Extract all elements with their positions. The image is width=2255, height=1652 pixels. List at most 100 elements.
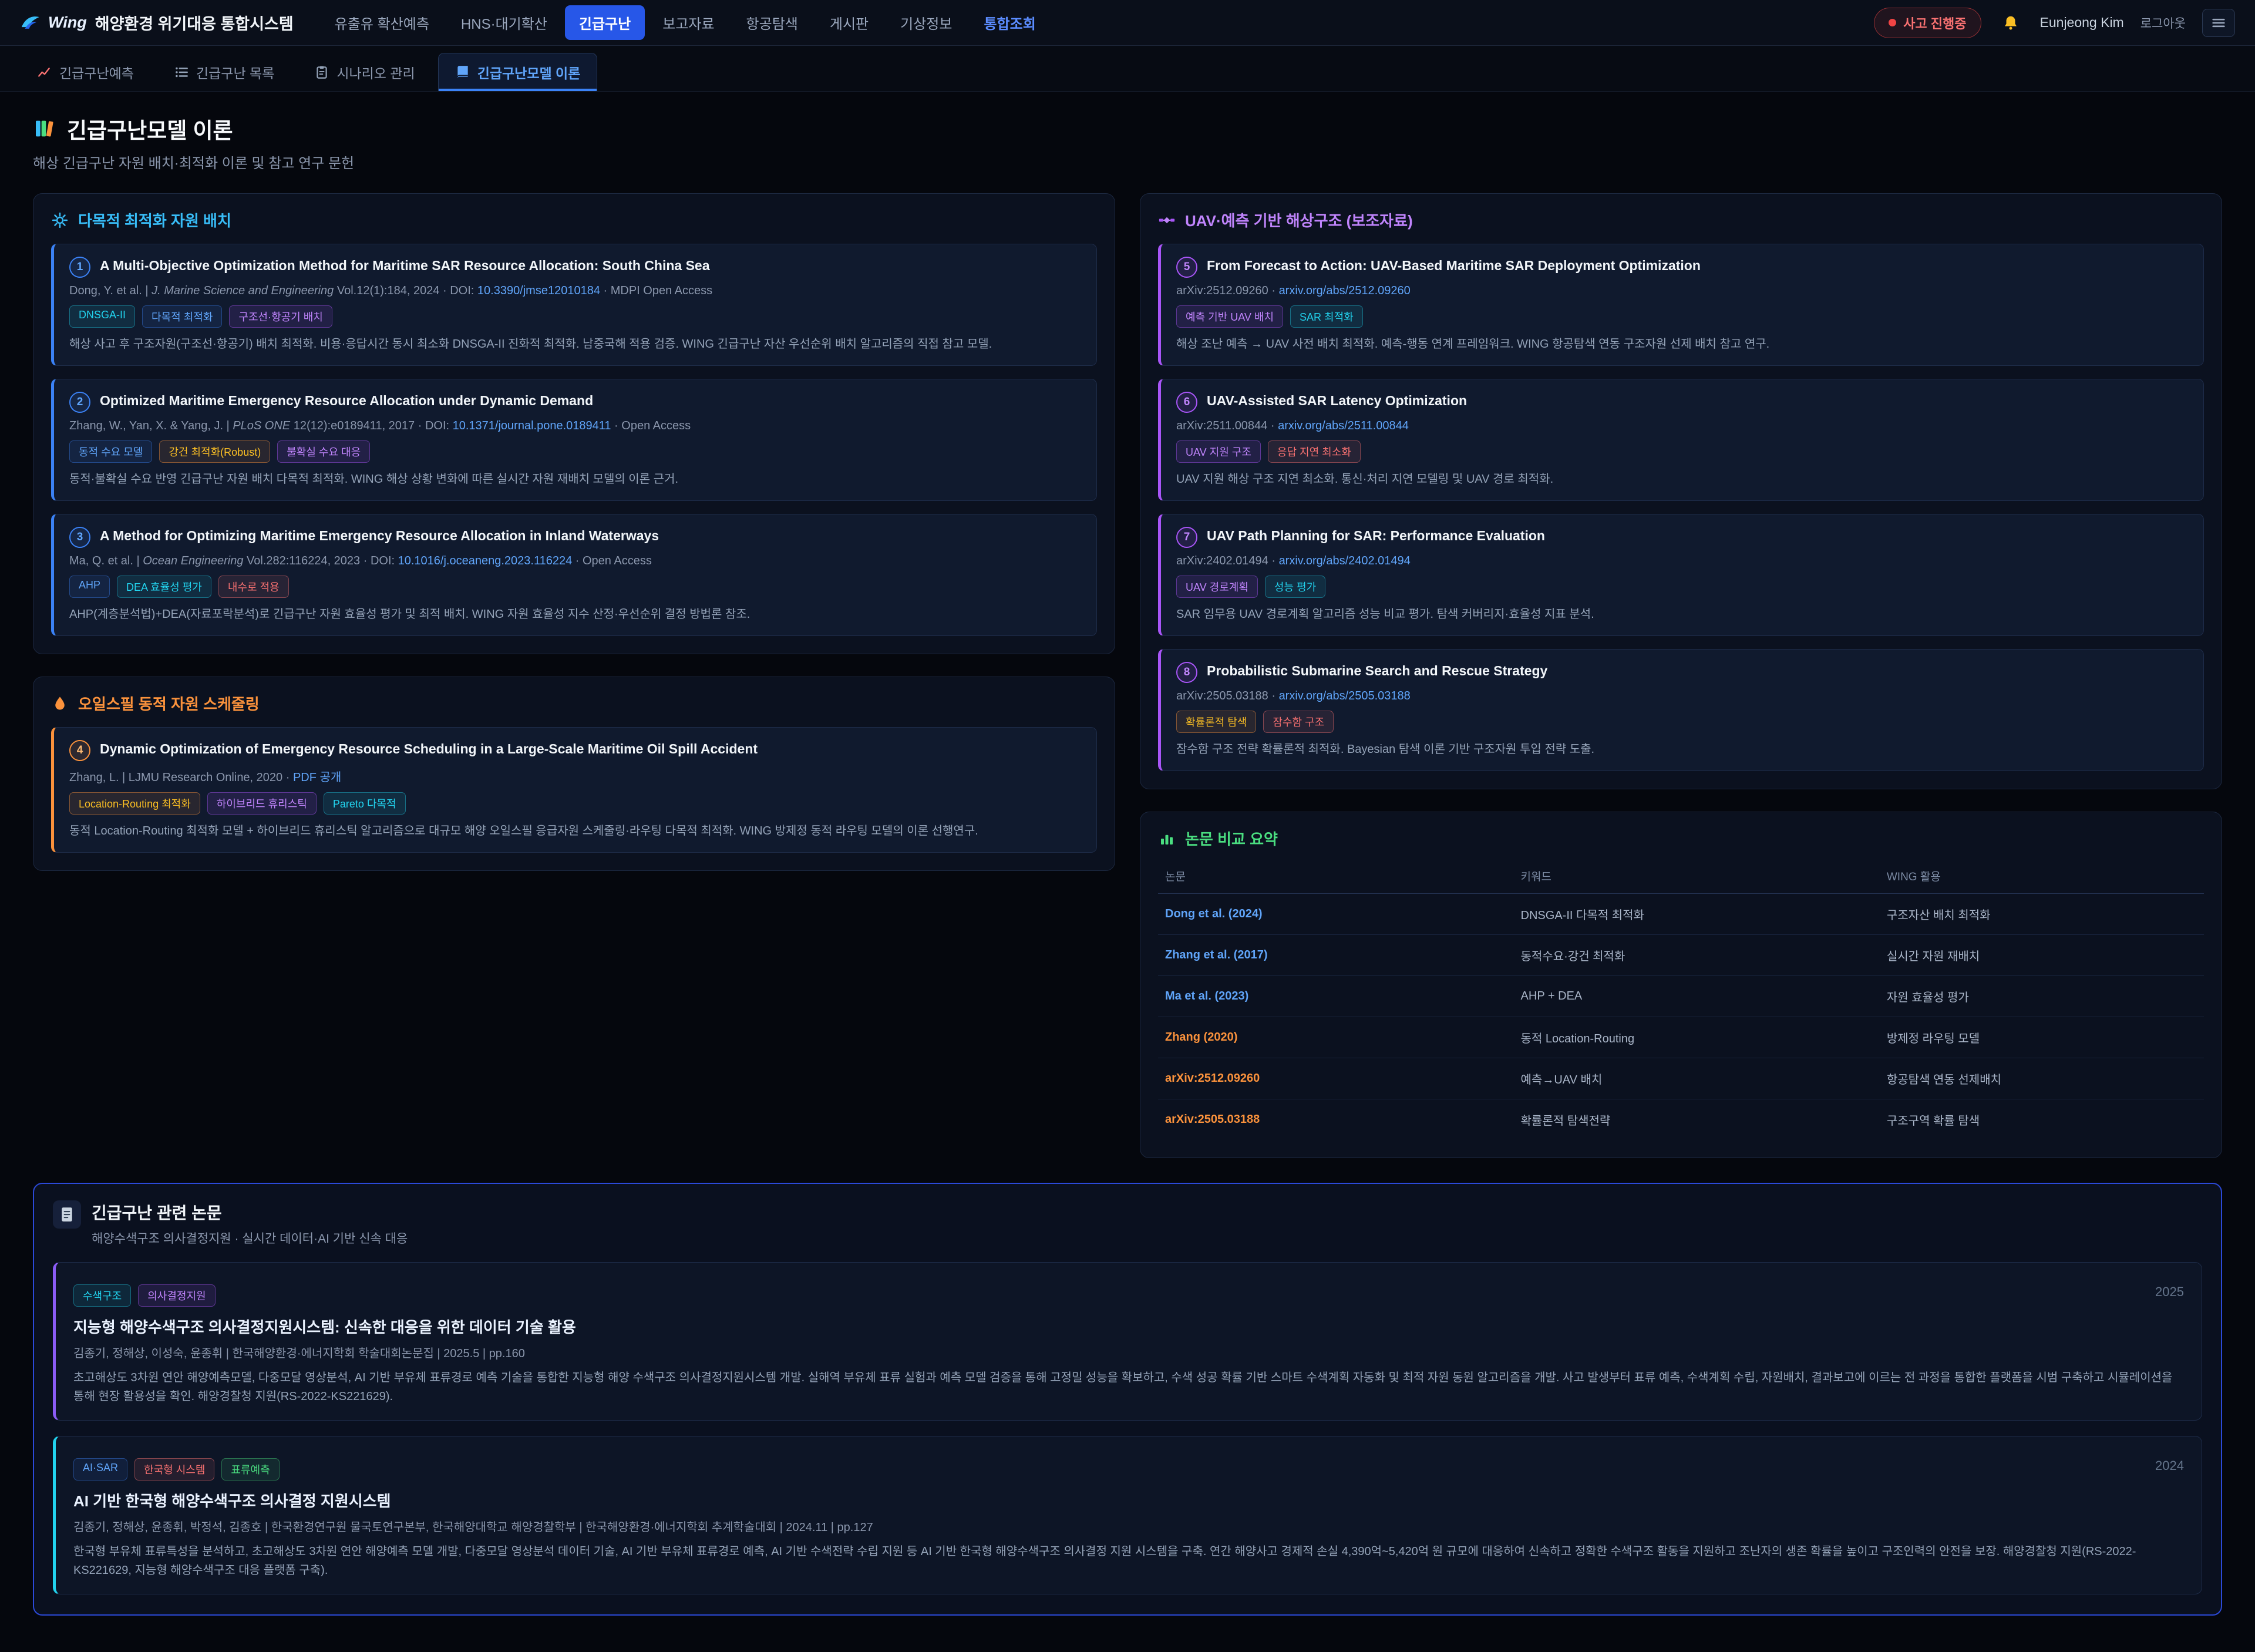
panel-comparison-header: 논문 비교 요약 [1158,827,2204,849]
paper-arxiv-id: arXiv:2402.01494 · [1176,554,1279,567]
paper-tag: 표류예측 [221,1458,279,1481]
paper-description: 동적·불확실 수요 반영 긴급구난 자원 배치 다목적 최적화. WING 해상… [69,470,1081,489]
paper-title: UAV Path Planning for SAR: Performance E… [1207,526,1545,545]
panel-comparison-summary: 논문 비교 요약 논문 키워드 WING 활용 Dong et al. (202… [1140,812,2222,1158]
notification-bell-button[interactable] [1998,10,2024,36]
paper-tag: DEA 효율성 평가 [117,576,211,598]
paper-meta-suffix: · Open Access [572,554,652,567]
paper-authors: Ma, Q. et al. | [69,554,143,567]
comparison-table: 논문 키워드 WING 활용 Dong et al. (2024) DNSGA-… [1158,859,2204,1140]
paper-meta: Dong, Y. et al. | J. Marine Science and … [69,284,1081,298]
arxiv-link[interactable]: arxiv.org/abs/2511.00844 [1278,419,1409,432]
paper-card-arxiv-2505-03188: 8 Probabilistic Submarine Search and Res… [1158,649,2204,771]
logo-text: Wing [48,14,87,32]
keywords-cell: DNSGA-II 다목적 최적화 [1514,894,1880,935]
tab-scenario-management[interactable]: 시나리오 관리 [297,53,432,91]
tab-rescue-prediction[interactable]: 긴급구난예측 [20,53,151,91]
paper-name-cell[interactable]: arXiv:2512.09260 [1158,1058,1514,1099]
paper-tags: AHP DEA 효율성 평가 내수로 적용 [69,576,1081,598]
doi-link[interactable]: 10.1371/journal.pone.0189411 [453,419,611,432]
paper-tags: 동적 수요 모델 강건 최적화(Robust) 불확실 수요 대응 [69,440,1081,463]
paper-tag: 불확실 수요 대응 [277,440,370,463]
paper-meta-tail: 12(12):e0189411, 2017 · DOI: [290,419,452,432]
paper-number-badge: 6 [1176,392,1197,413]
paper-name-cell[interactable]: Zhang et al. (2017) [1158,935,1514,976]
tab-label: 긴급구난예측 [59,62,134,82]
paper-card-zhang-2017: 2 Optimized Maritime Emergency Resource … [51,379,1097,501]
paper-tag: AHP [69,576,110,598]
paper-title: Optimized Maritime Emergency Resource Al… [100,391,593,410]
paper-tags: 예측 기반 UAV 배치 SAR 최적화 [1176,305,2188,328]
nav-hns-dispersion[interactable]: HNS·대기확산 [447,5,561,40]
hamburger-menu-button[interactable] [2202,9,2235,37]
incident-status-label: 사고 진행중 [1903,14,1966,32]
tab-label: 시나리오 관리 [336,62,415,82]
paper-tag: 의사결정지원 [138,1284,215,1307]
paper-meta: arXiv:2402.01494 · arxiv.org/abs/2402.01… [1176,554,2188,568]
paper-name-cell[interactable]: Zhang (2020) [1158,1017,1514,1058]
paper-meta: 김종기, 정해상, 윤종휘, 박정석, 김종호 | 한국환경연구원 물국토연구본… [73,1518,2184,1535]
paper-tag: 잠수함 구조 [1263,711,1334,733]
paper-description: 초고해상도 3차원 연안 해양예측모델, 다중모달 영상분석, AI 기반 부유… [73,1368,2184,1406]
incident-status-badge[interactable]: 사고 진행중 [1874,8,1981,38]
nav-weather-info[interactable]: 기상정보 [886,5,966,40]
comparison-row: Dong et al. (2024) DNSGA-II 다목적 최적화 구조자산… [1158,894,2204,935]
wing-usage-cell: 방제정 라우팅 모델 [1880,1017,2204,1058]
arxiv-link[interactable]: arxiv.org/abs/2512.09260 [1279,284,1411,297]
nav-oil-spill-prediction[interactable]: 유출유 확산예측 [321,5,443,40]
nav-integrated-search[interactable]: 통합조회 [970,5,1049,40]
col-keywords: 키워드 [1514,859,1880,894]
logout-button[interactable]: 로그아웃 [2140,14,2186,32]
paper-card-arxiv-2402-01494: 7 UAV Path Planning for SAR: Performance… [1158,514,2204,636]
paper-card-arxiv-2512-09260: 5 From Forecast to Action: UAV-Based Mar… [1158,244,2204,366]
doi-link[interactable]: 10.3390/jmse12010184 [477,284,600,297]
hamburger-menu-icon [2210,15,2227,31]
col-wing-usage: WING 활용 [1880,859,2204,894]
arxiv-link[interactable]: arxiv.org/abs/2505.03188 [1279,689,1411,702]
wing-usage-cell: 구조자산 배치 최적화 [1880,894,2204,935]
comparison-row: arXiv:2505.03188 확률론적 탐색전략 구조구역 확률 탐색 [1158,1099,2204,1140]
paper-name-cell[interactable]: Dong et al. (2024) [1158,894,1514,935]
paper-tag: 수색구조 [73,1284,131,1307]
related-paper-top-row: AI·SAR 한국형 시스템 표류예측 2024 [73,1451,2184,1481]
page-subtitle: 해상 긴급구난 자원 배치·최적화 이론 및 참고 연구 문헌 [33,152,2222,172]
doi-link[interactable]: 10.1016/j.oceaneng.2023.116224 [398,554,573,567]
page-title-row: 긴급구난모델 이론 [33,113,2222,144]
tab-rescue-model-theory[interactable]: 긴급구난모델 이론 [438,53,598,91]
clipboard-icon [314,65,329,80]
paper-name-cell[interactable]: arXiv:2505.03188 [1158,1099,1514,1140]
paper-tag: 확률론적 탐색 [1176,711,1256,733]
paper-arxiv-id: arXiv:2505.03188 · [1176,689,1279,702]
paper-meta: Zhang, W., Yan, X. & Yang, J. | PLoS ONE… [69,419,1081,433]
paper-name-cell[interactable]: Ma et al. (2023) [1158,976,1514,1017]
comparison-header-row: 논문 키워드 WING 활용 [1158,859,2204,894]
right-column: UAV·예측 기반 해상구조 (보조자료) 5 From Forecast to… [1140,193,2222,1158]
comparison-row: Ma et al. (2023) AHP + DEA 자원 효율성 평가 [1158,976,2204,1017]
keywords-cell: 동적수요·강건 최적화 [1514,935,1880,976]
paper-card-arxiv-2511-00844: 6 UAV-Assisted SAR Latency Optimization … [1158,379,2204,501]
paper-tags: UAV 지원 구조 응답 지연 최소화 [1176,440,2188,463]
paper-tag: 하이브리드 휴리스틱 [207,792,317,815]
keywords-cell: 예측→UAV 배치 [1514,1058,1880,1099]
nav-reports[interactable]: 보고자료 [648,5,728,40]
arxiv-link[interactable]: arxiv.org/abs/2402.01494 [1279,554,1411,567]
pdf-link[interactable]: PDF 공개 [293,771,341,784]
nav-board[interactable]: 게시판 [816,5,883,40]
paper-number-badge: 2 [69,392,90,413]
related-papers-header: 긴급구난 관련 논문 해양수색구조 의사결정지원 · 실시간 데이터·AI 기반… [53,1200,2202,1247]
nav-emergency-rescue[interactable]: 긴급구난 [565,5,645,40]
panel-multi-objective: 다목적 최적화 자원 배치 1 A Multi-Objective Optimi… [33,193,1115,654]
related-paper-card-2025: 수색구조 의사결정지원 2025 지능형 해양수색구조 의사결정지원시스템: 신… [53,1262,2202,1421]
nav-aerial-search[interactable]: 항공탐색 [732,5,812,40]
paper-description: 해상 사고 후 구조자원(구조선·항공기) 배치 최적화. 비용·응답시간 동시… [69,335,1081,354]
comparison-row: arXiv:2512.09260 예측→UAV 배치 항공탐색 연동 선제배치 [1158,1058,2204,1099]
panel-title: 오일스필 동적 자원 스케줄링 [78,692,260,714]
paper-tag: UAV 경로계획 [1176,576,1258,598]
left-column: 다목적 최적화 자원 배치 1 A Multi-Objective Optimi… [33,193,1115,871]
tab-rescue-list[interactable]: 긴급구난 목록 [157,53,291,91]
paper-tags: AI·SAR 한국형 시스템 표류예측 [73,1458,280,1481]
paper-journal: Ocean Engineering [143,554,243,567]
paper-title: AI 기반 한국형 해양수색구조 의사결정 지원시스템 [73,1489,2184,1511]
paper-description: 잠수함 구조 전략 확률론적 최적화. Bayesian 탐색 이론 기반 구조… [1176,741,2188,759]
paper-number-badge: 5 [1176,257,1197,278]
